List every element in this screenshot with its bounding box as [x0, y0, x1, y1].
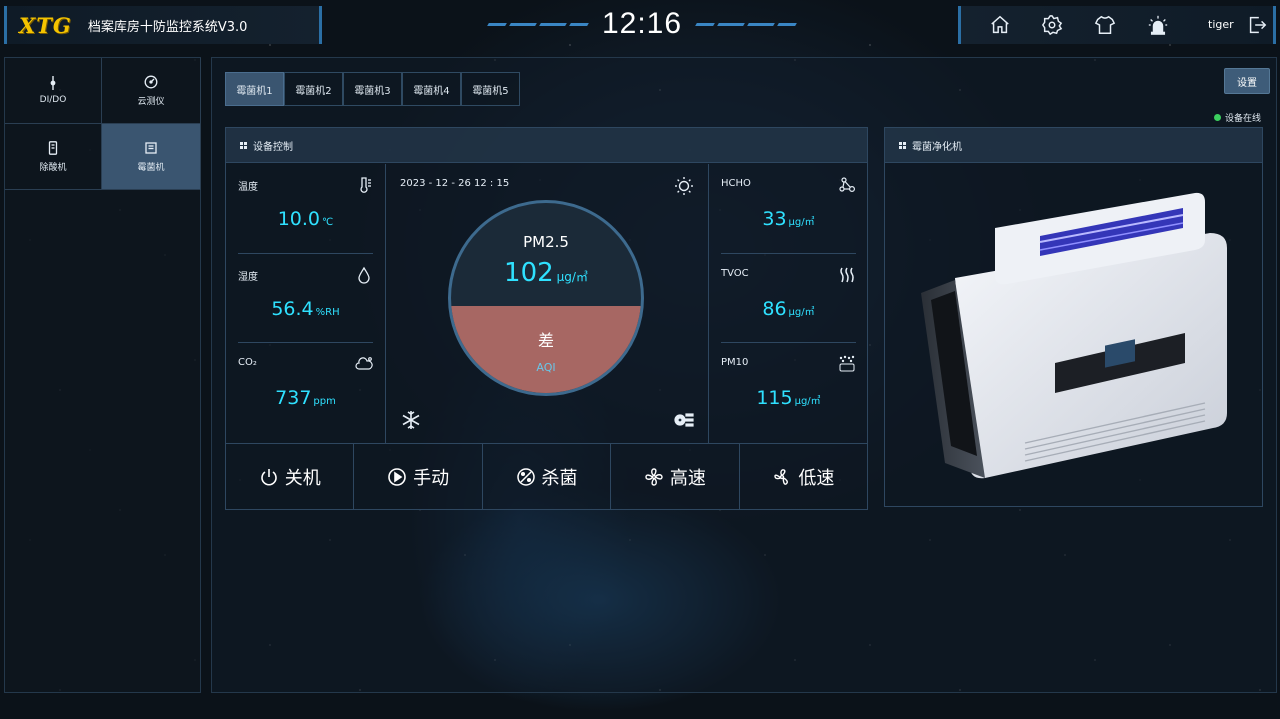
gauge-label: PM2.5 [523, 233, 569, 251]
gauge-icon [144, 75, 158, 88]
metric-label: 温度 [238, 182, 258, 193]
gauge-level: 差 [537, 331, 554, 350]
metric-value: 56.4 %RH [271, 298, 340, 320]
metric-value: 10.0 ℃ [277, 208, 334, 230]
settings-list-icon[interactable] [672, 409, 694, 431]
clock-decoration-right [695, 22, 797, 26]
device-tabs: 霉菌机1 霉菌机2 霉菌机3 霉菌机4 霉菌机5 [225, 72, 520, 106]
nav-item-dido[interactable]: DI/DO [5, 58, 102, 124]
logout-icon[interactable] [1246, 14, 1268, 36]
tab-mold-1[interactable]: 霉菌机1 [225, 72, 284, 106]
device-image-card: 霉菌净化机 [884, 127, 1263, 507]
datetime: 2023 - 12 - 26 12 : 15 [400, 178, 510, 189]
pm25-center: 2023 - 12 - 26 12 : 15 PM2.5 102 μg/㎥ 差 A… [386, 164, 708, 443]
pm10-icon [838, 355, 856, 373]
metric-label: PM10 [721, 357, 749, 368]
play-icon [388, 467, 406, 486]
low-speed-button[interactable]: 低速 [740, 444, 867, 509]
card-title: 霉菌净化机 [912, 141, 962, 153]
sterilize-button[interactable]: 杀菌 [483, 444, 612, 509]
clock: 12:16 [601, 7, 683, 40]
molecule-icon [838, 176, 856, 194]
status-text: 设备在线 [1225, 114, 1262, 124]
logo: XTG [19, 12, 72, 38]
thermometer-icon [355, 176, 373, 194]
pm25-gauge: PM2.5 102 μg/㎥ 差 AQI [448, 200, 644, 396]
status-badge: 设备在线 [1214, 111, 1261, 124]
snowflake-icon[interactable] [400, 409, 422, 431]
grid-icon [240, 141, 247, 149]
waves-icon [838, 266, 856, 284]
nav-label: 霉菌机 [137, 162, 165, 173]
tab-mold-2[interactable]: 霉菌机2 [284, 72, 343, 106]
co2-cloud-icon [355, 355, 373, 373]
app-header: XTG 档案库房十防监控系统V3.0 12:16 tiger [0, 0, 1280, 48]
nav-item-mold[interactable]: 霉菌机 [102, 124, 201, 190]
action-bar: 关机 手动 杀菌 高速 低速 [226, 443, 867, 509]
droplet-icon [355, 266, 373, 284]
fan-high-icon [645, 467, 663, 486]
metric-value: 86 μg/㎥ [762, 298, 815, 320]
settings-button[interactable]: 设置 [1224, 68, 1270, 94]
clock-area: 12:16 [487, 4, 797, 44]
metrics-right: HCHO 33 μg/㎥ TVOC 86 μg/㎥ PM10 115 μg/㎥ [708, 164, 868, 443]
metric-value: 115 μg/㎥ [756, 387, 821, 409]
mold-icon [145, 141, 157, 154]
metric-pm10: PM10 115 μg/㎥ [721, 342, 856, 431]
metric-label: 湿度 [238, 272, 258, 283]
app-title: 档案库房十防监控系统V3.0 [87, 19, 248, 35]
card-header: 霉菌净化机 [885, 128, 1262, 163]
metric-label: CO₂ [238, 357, 257, 368]
metric-tvoc: TVOC 86 μg/㎥ [721, 253, 856, 342]
dido-icon [50, 76, 56, 90]
header-toolbar: tiger [958, 6, 1276, 44]
sun-icon [674, 176, 694, 196]
metric-temperature: 温度 10.0 ℃ [238, 164, 373, 253]
gear-icon[interactable] [1041, 14, 1063, 36]
main-panel: 霉菌机1 霉菌机2 霉菌机3 霉菌机4 霉菌机5 设置 设备在线 设备控制 温度… [211, 57, 1277, 693]
metric-humidity: 湿度 56.4 %RH [238, 253, 373, 342]
card-title: 设备控制 [253, 141, 293, 153]
nav-label: DI/DO [39, 95, 67, 105]
left-nav: DI/DO 云测仪 除酸机 霉菌机 [4, 57, 201, 693]
power-off-button[interactable]: 关机 [226, 444, 355, 509]
home-icon[interactable] [989, 14, 1011, 36]
metric-value: 737 ppm [275, 387, 336, 409]
metric-label: HCHO [721, 178, 751, 189]
manual-button[interactable]: 手动 [354, 444, 483, 509]
nav-item-deacid[interactable]: 除酸机 [5, 124, 102, 190]
gauge-value: 102 μg/㎥ [504, 258, 588, 288]
tab-mold-5[interactable]: 霉菌机5 [461, 72, 520, 106]
nav-label: 云测仪 [137, 96, 165, 107]
nav-item-cloud-meter[interactable]: 云测仪 [102, 58, 201, 124]
brand-area: XTG 档案库房十防监控系统V3.0 [4, 6, 322, 44]
high-speed-button[interactable]: 高速 [611, 444, 740, 509]
gauge-aqi-label: AQI [536, 361, 556, 374]
device-control-card: 设备控制 温度 10.0 ℃ 湿度 56.4 %RH CO₂ 737 ppm 2… [225, 127, 868, 510]
card-header: 设备控制 [226, 128, 867, 163]
tab-mold-3[interactable]: 霉菌机3 [343, 72, 402, 106]
metrics-left: 温度 10.0 ℃ 湿度 56.4 %RH CO₂ 737 ppm [226, 164, 386, 443]
clock-decoration-left [487, 22, 589, 26]
power-icon [260, 468, 277, 485]
mold-purifier-image [921, 192, 1227, 479]
shirt-icon[interactable] [1094, 14, 1116, 36]
metric-co2: CO₂ 737 ppm [238, 342, 373, 431]
metric-value: 33 μg/㎥ [762, 208, 815, 230]
deacid-icon [48, 140, 58, 155]
status-dot [1214, 114, 1221, 121]
sterilize-icon [516, 467, 535, 486]
nav-label: 除酸机 [39, 162, 67, 173]
metric-hcho: HCHO 33 μg/㎥ [721, 164, 856, 253]
tab-mold-4[interactable]: 霉菌机4 [402, 72, 461, 106]
alarm-icon[interactable] [1147, 14, 1169, 36]
grid-icon [899, 141, 906, 149]
username[interactable]: tiger [1208, 18, 1234, 31]
fan-low-icon [774, 468, 789, 485]
metric-label: TVOC [721, 268, 749, 279]
